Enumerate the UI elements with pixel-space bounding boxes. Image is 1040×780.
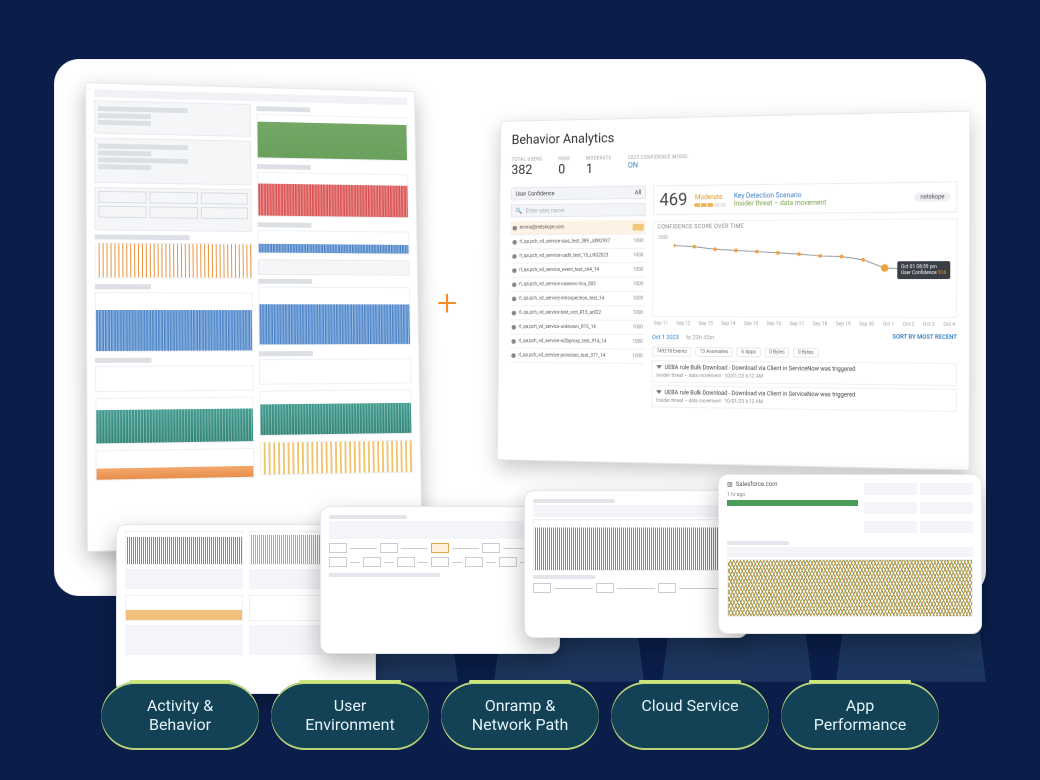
user-dot-icon bbox=[511, 339, 515, 344]
range-date[interactable]: Oct 1 2023 bbox=[652, 334, 679, 341]
user-dot-icon bbox=[513, 225, 517, 230]
pill-onramp-network[interactable]: Onramp &Network Path bbox=[441, 682, 599, 750]
chart-tile bbox=[257, 172, 409, 218]
user-list: User Confidence All 🔍 Enter user name em… bbox=[509, 186, 646, 411]
user-dot-icon bbox=[512, 310, 516, 315]
chart-tile bbox=[95, 448, 254, 481]
summary-chip[interactable]: 13 Anomalies bbox=[695, 347, 733, 357]
user-row[interactable]: rl_qa.pch_vd_service-introspection_test_… bbox=[510, 292, 645, 306]
tag-pill: netskope bbox=[915, 192, 951, 201]
user-row[interactable]: rl_qa.pch_vd_service_event_test_ch4_1410… bbox=[510, 263, 645, 278]
pill-cloud-service[interactable]: Cloud Service bbox=[611, 682, 769, 750]
user-dot-icon bbox=[512, 254, 516, 259]
user-dot-icon bbox=[512, 296, 516, 301]
user-row[interactable]: rl_qa.pch_vd_service-test_vict_R15_ar022… bbox=[510, 306, 645, 321]
user-row[interactable]: rl_qa.pch_vd_service-unknown_R15_141000 bbox=[510, 320, 645, 335]
user-row[interactable]: emma@netskope.com bbox=[511, 220, 646, 235]
chart-tile bbox=[258, 230, 410, 254]
summary-chip-bar: 749218 Events13 Anomalies6 Apps0 Bytes0 … bbox=[652, 347, 957, 359]
summary-chip[interactable]: 749218 Events bbox=[652, 347, 692, 357]
mini-onramp-network[interactable] bbox=[524, 490, 748, 638]
stats-row: TOTAL USERS 382 HIGH 0 MODERATE 1 2023 C… bbox=[511, 150, 957, 178]
stat-total-users: TOTAL USERS 382 bbox=[511, 157, 542, 178]
category-pill-row: Activity &Behavior UserEnvironment Onram… bbox=[0, 682, 1040, 750]
summary-chip[interactable]: 0 Bytes bbox=[793, 348, 818, 358]
user-row[interactable]: rl_qa.pch_vd_service-isas_test_389_JdW29… bbox=[511, 234, 646, 249]
user-row[interactable]: rl_qa.pch_vd_service-cadb_test_15_LRG202… bbox=[510, 249, 645, 264]
stat-conf-model: 2023 CONFIDENCE MODEL ON bbox=[628, 154, 689, 176]
summary-chip[interactable]: 0 Bytes bbox=[764, 348, 789, 358]
chart-x-axis: Sep 11Sep 12Sep 13Sep 14Sep 15Sep 16Sep … bbox=[652, 321, 957, 328]
score-card: 469 Moderate Key Detection Scenario Insi… bbox=[653, 181, 957, 215]
chart-tooltip: Oct 01 08:59 pm User Confidence 516 bbox=[897, 261, 950, 279]
user-dot-icon bbox=[511, 353, 515, 358]
chart-tile bbox=[95, 397, 254, 445]
sort-link[interactable]: SORT BY MOST RECENT bbox=[892, 334, 957, 341]
dashboard-panel bbox=[85, 82, 422, 552]
chart-tile bbox=[95, 292, 253, 352]
cloud-icon: ▥ bbox=[727, 481, 733, 488]
stat-moderate: MODERATE 1 bbox=[586, 156, 612, 177]
user-tag bbox=[633, 223, 644, 230]
alert-entry[interactable]: UEBA rule Bulk Download - Download via C… bbox=[652, 360, 957, 386]
behavior-analytics-panel: Behavior Analytics TOTAL USERS 382 HIGH … bbox=[497, 111, 970, 471]
severity-label: Moderate bbox=[695, 193, 727, 201]
user-dot-icon bbox=[512, 324, 516, 329]
user-dot-icon bbox=[512, 282, 516, 287]
chevron-down-icon bbox=[656, 365, 662, 369]
app-host-label: Salesforce.com bbox=[736, 481, 778, 488]
user-dot-icon bbox=[512, 240, 516, 245]
user-dot-icon bbox=[512, 268, 516, 273]
chart-tile bbox=[259, 389, 412, 436]
plus-icon: + bbox=[437, 282, 457, 324]
confidence-chart[interactable]: CONFIDENCE SCORE OVER TIME 1000 Oct 01 0… bbox=[652, 218, 957, 318]
severity-bars-icon bbox=[695, 202, 727, 206]
chart-tile bbox=[258, 287, 411, 346]
summary-chip[interactable]: 6 Apps bbox=[737, 347, 761, 357]
user-row[interactable]: rl_qa.pch_vd_service-w2bproxy_test_914_1… bbox=[510, 334, 645, 349]
pill-app-performance[interactable]: AppPerformance bbox=[781, 682, 939, 750]
chart-tile bbox=[260, 440, 413, 476]
mini-app-performance[interactable]: ▥ Salesforce.com 1 hr ago bbox=[718, 474, 982, 634]
user-search-input[interactable]: 🔍 Enter user name bbox=[511, 203, 646, 218]
pill-user-environment[interactable]: UserEnvironment bbox=[271, 682, 429, 750]
chevron-down-icon bbox=[656, 390, 662, 394]
search-icon: 🔍 bbox=[515, 207, 522, 214]
alert-entry[interactable]: UEBA rule Bulk Download - Download via C… bbox=[651, 385, 956, 412]
user-confidence-filter[interactable]: User Confidence All bbox=[511, 186, 646, 201]
hop-map bbox=[329, 543, 551, 553]
confidence-score: 469 bbox=[659, 190, 687, 210]
user-row[interactable]: rl_qa.pch_vd_service-casesvc-rica_003100… bbox=[510, 278, 645, 292]
pill-activity-behavior[interactable]: Activity &Behavior bbox=[101, 682, 259, 750]
stat-high: HIGH 0 bbox=[558, 156, 570, 177]
panel-title: Behavior Analytics bbox=[512, 124, 958, 148]
user-row[interactable]: rl_qa.pch_vd_service-provision_test_371_… bbox=[509, 349, 644, 364]
chart-tile bbox=[256, 114, 407, 161]
